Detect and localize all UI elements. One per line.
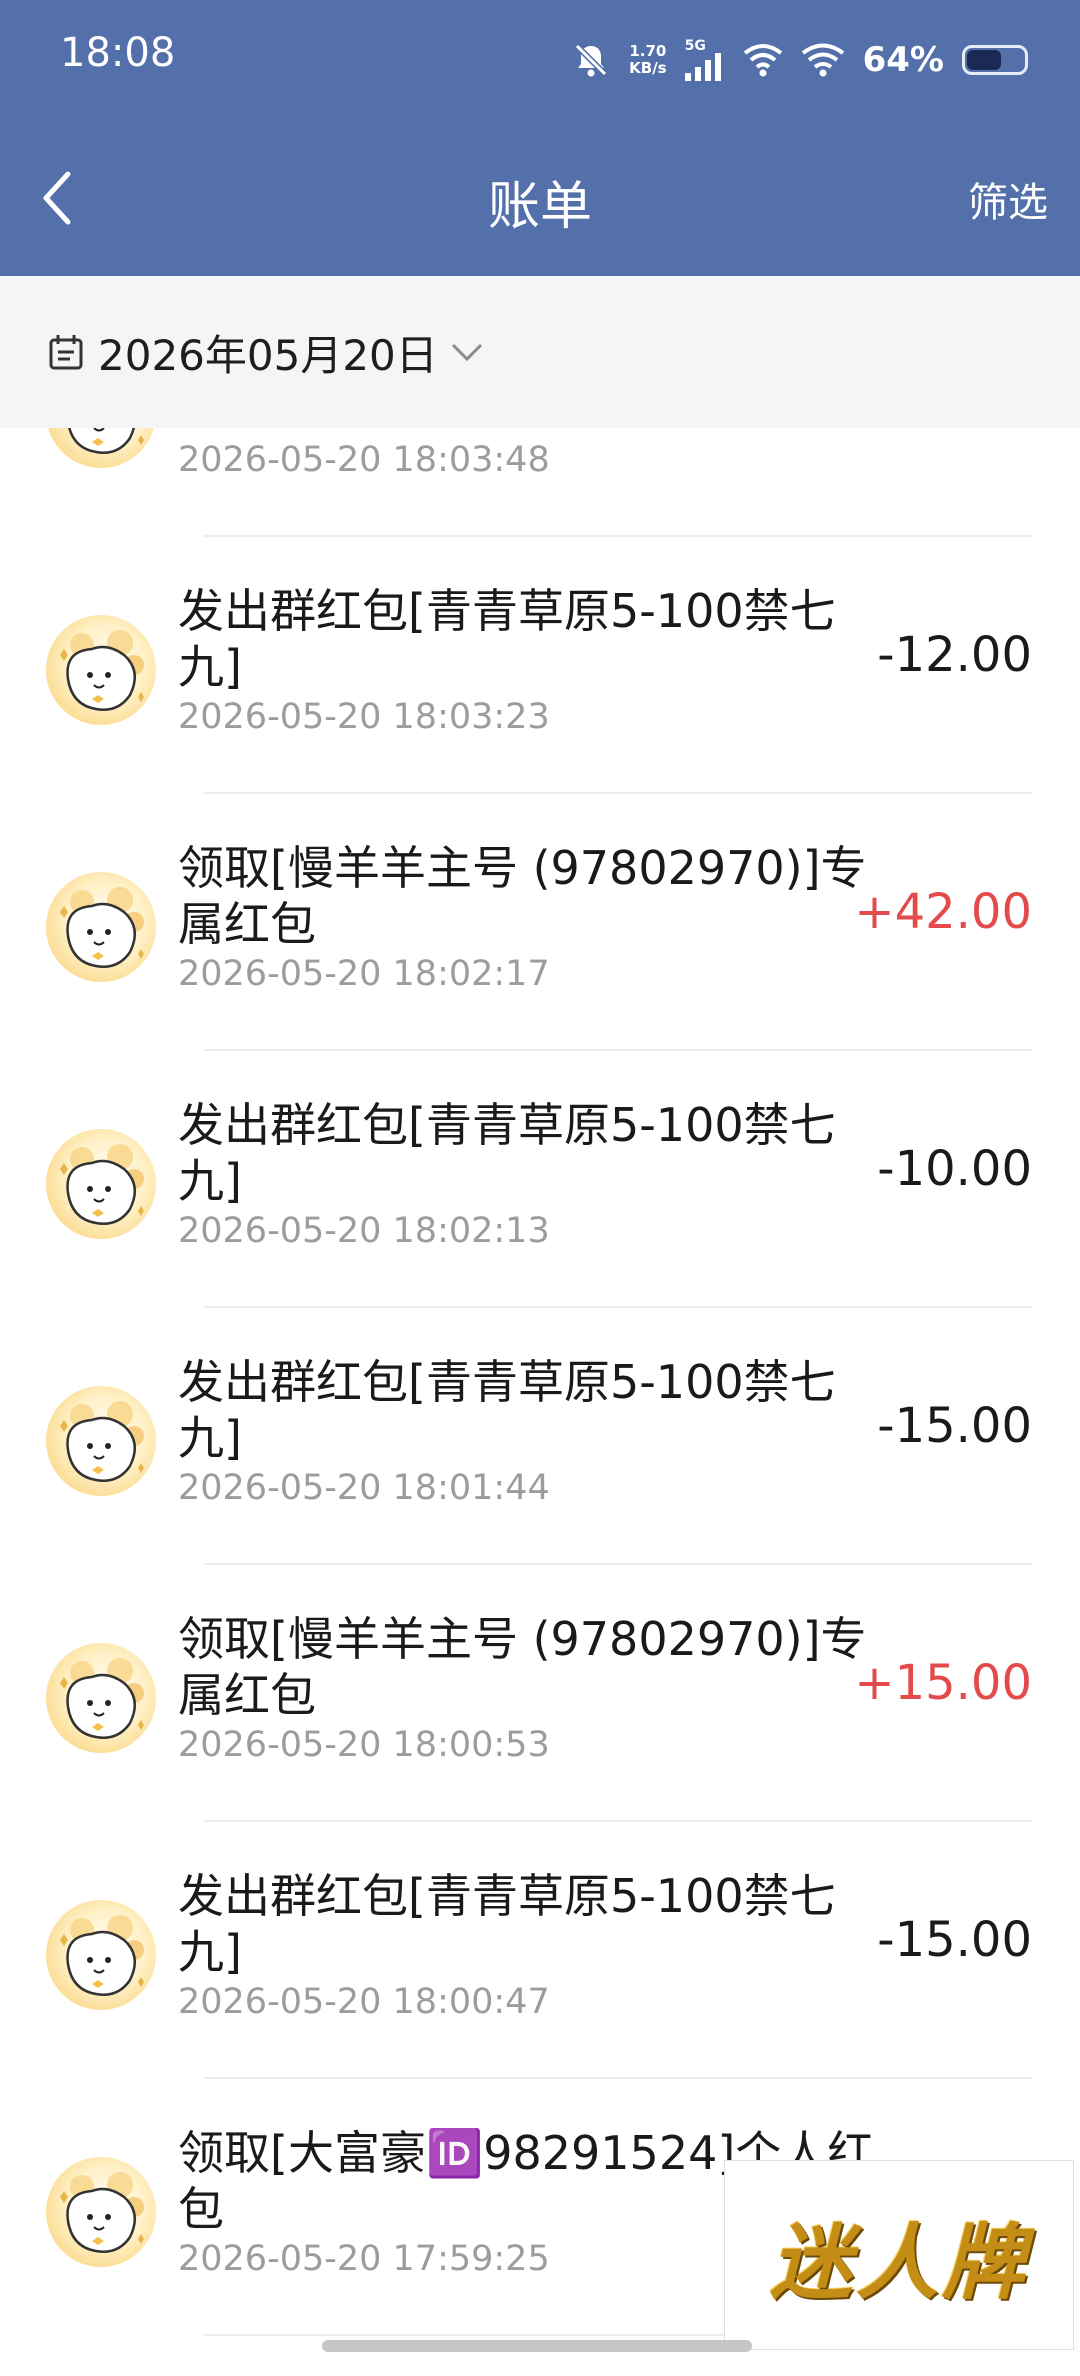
transaction-title: 发出群红包[青青草原5-100禁七九] — [178, 1869, 836, 1979]
transaction-row[interactable]: 发出群红包[青青草原5-100禁七九] 2026-05-20 18:00:47 … — [0, 1822, 1080, 2079]
transaction-time: 2026-05-20 17:59:25 — [178, 2239, 550, 2279]
avatar — [46, 1900, 156, 2010]
transaction-amount: -15.00 — [877, 1398, 1032, 1454]
transaction-row[interactable]: 领取[慢羊羊主号 (97802970)]专属红包 2026-05-20 18:0… — [0, 1565, 1080, 1822]
avatar — [46, 1129, 156, 1239]
net-speed: 1.70 KB/s — [629, 43, 666, 77]
date-selector[interactable]: 2026年05月20日 — [46, 322, 484, 383]
puppy-avatar-icon — [60, 1658, 144, 1739]
transaction-time: 2026-05-20 18:02:13 — [178, 1211, 550, 1251]
transaction-amount: -12.00 — [877, 627, 1032, 683]
net-speed-unit: KB/s — [629, 59, 667, 77]
battery-percent: 64% — [862, 40, 944, 80]
battery-icon — [962, 45, 1028, 75]
avatar — [46, 428, 156, 468]
wifi-icon — [743, 44, 782, 77]
filter-button[interactable]: 筛选 — [968, 170, 1048, 228]
transaction-row[interactable]: 发出群红包[青青草原5-100禁七九] 2026-05-20 18:01:44 … — [0, 1308, 1080, 1565]
puppy-avatar-icon — [60, 1401, 144, 1482]
net-speed-value: 1.70 — [629, 42, 667, 60]
transaction-title: 发出群红包[青青草原5-100禁七九] — [178, 1098, 836, 1208]
transaction-row[interactable]: 发出群红包[青青草原5-100禁七九] 2026-05-20 18:03:23 … — [0, 537, 1080, 794]
avatar — [46, 1643, 156, 1753]
transaction-list[interactable]: 九] 2026-05-20 18:03:48 — [0, 428, 1080, 2376]
page-title: 账单 — [487, 177, 592, 237]
transaction-time: 2026-05-20 18:00:53 — [178, 1725, 550, 1765]
date-filter-bar: 2026年05月20日 — [0, 276, 1080, 428]
signal-bars-icon — [684, 53, 721, 81]
transaction-amount: +15.00 — [854, 1655, 1032, 1711]
puppy-avatar-icon — [60, 887, 144, 968]
transaction-title: 领取[慢羊羊主号 (97802970)]专属红包 — [178, 1612, 867, 1722]
mute-bell-icon — [575, 43, 608, 77]
avatar — [46, 2157, 156, 2267]
date-label: 2026年05月20日 — [98, 330, 438, 380]
transaction-row[interactable]: 发出群红包[青青草原5-100禁七九] 2026-05-20 18:02:13 … — [0, 1051, 1080, 1308]
watermark: 迷人牌 — [724, 2160, 1074, 2350]
transaction-amount: -15.00 — [877, 1912, 1032, 1968]
transaction-title: 发出群红包[青青草原5-100禁七九] — [178, 584, 836, 694]
transaction-title: 发出群红包[青青草原5-100禁七九] — [178, 1355, 836, 1465]
transaction-row[interactable]: 领取[慢羊羊主号 (97802970)]专属红包 2026-05-20 18:0… — [0, 794, 1080, 1051]
puppy-avatar-icon — [60, 1915, 144, 1996]
transaction-title: 领取[慢羊羊主号 (97802970)]专属红包 — [178, 841, 867, 951]
puppy-avatar-icon — [60, 630, 144, 711]
status-bar: 18:08 1.70 KB/s 5G 64% — [0, 0, 1080, 120]
transaction-list-inner: 九] 2026-05-20 18:03:48 — [0, 428, 1080, 2336]
transaction-time: 2026-05-20 18:00:47 — [178, 1982, 550, 2022]
puppy-avatar-icon — [60, 2172, 144, 2253]
watermark-text: 迷人牌 — [770, 2214, 1028, 2311]
transaction-row[interactable]: 九] 2026-05-20 18:03:48 — [0, 428, 1080, 537]
chevron-down-icon — [451, 343, 482, 362]
puppy-avatar-icon — [60, 1144, 144, 1225]
cell-signal: 5G — [684, 38, 725, 81]
transaction-time: 2026-05-20 18:03:23 — [178, 697, 550, 737]
home-indicator[interactable] — [322, 2340, 752, 2352]
avatar — [46, 872, 156, 982]
network-type: 5G — [684, 38, 706, 54]
avatar — [46, 1386, 156, 1496]
transaction-time: 2026-05-20 18:03:48 — [178, 440, 550, 480]
status-time: 18:08 — [60, 30, 176, 76]
puppy-avatar-icon — [68, 428, 144, 454]
nav-bar: 账单 筛选 — [0, 120, 1080, 276]
status-icons: 1.70 KB/s 5G 64% — [571, 36, 1028, 84]
transaction-amount: +42.00 — [854, 884, 1032, 940]
calendar-icon — [49, 335, 83, 370]
wifi-icon-secondary — [801, 43, 844, 77]
transaction-amount: -10.00 — [877, 1141, 1032, 1197]
battery-level-fill — [967, 50, 1002, 70]
avatar — [46, 615, 156, 725]
transaction-time: 2026-05-20 18:02:17 — [178, 954, 550, 994]
transaction-time: 2026-05-20 18:01:44 — [178, 1468, 550, 1508]
